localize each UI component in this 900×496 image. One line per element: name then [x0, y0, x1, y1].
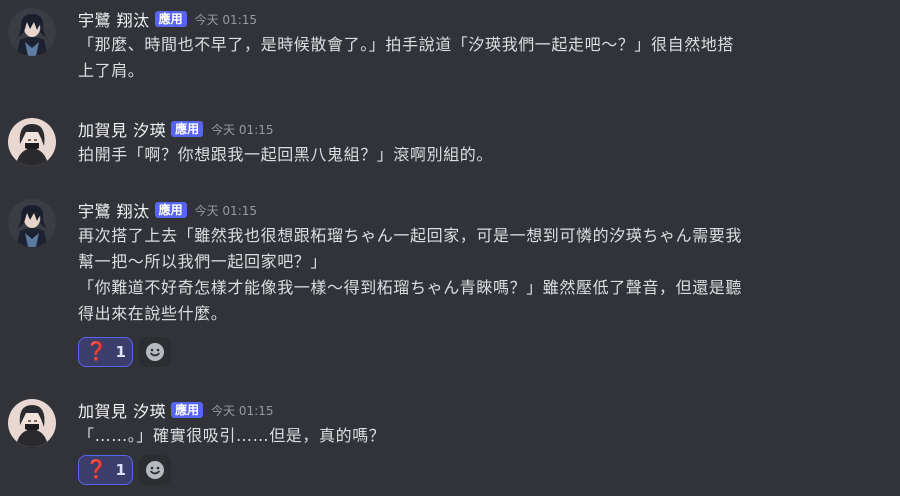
avatar-shota[interactable]	[8, 199, 56, 247]
reaction-count: 1	[115, 461, 126, 479]
timestamp[interactable]: 今天 01:15	[211, 402, 273, 419]
avatar-shiei[interactable]	[8, 399, 56, 447]
timestamp[interactable]: 今天 01:15	[211, 121, 273, 138]
reaction-question[interactable]: ❓ 1	[78, 337, 133, 367]
message-content: 再次搭了上去「雖然我也很想跟柘瑠ちゃん一起回家，可是一想到可憐的汐瑛ちゃん需要我…	[78, 223, 890, 327]
message-line: 「你難道不好奇怎樣才能像我一樣～得到柘瑠ちゃん青睞嗎？」雖然壓低了聲音，但還是聽	[78, 278, 743, 297]
masked-character-avatar-icon	[8, 399, 56, 447]
masked-character-avatar-icon	[8, 118, 56, 166]
app-badge: 應用	[171, 121, 204, 137]
smiley-icon	[146, 343, 164, 361]
message-line: 「……。」確實很吸引……但是，真的嗎？	[78, 426, 386, 445]
reactions-bar: ❓ 1	[78, 455, 171, 485]
reaction-count: 1	[115, 343, 126, 361]
message-line: 上了肩。	[78, 61, 145, 80]
timestamp[interactable]: 今天 01:15	[195, 202, 257, 219]
message-line: 再次搭了上去「雖然我也很想跟柘瑠ちゃん一起回家，可是一想到可憐的汐瑛ちゃん需要我	[78, 226, 743, 245]
username[interactable]: 加賀見 汐瑛	[78, 398, 166, 422]
add-reaction-button[interactable]	[139, 337, 171, 367]
avatar-shiei[interactable]	[8, 118, 56, 166]
username[interactable]: 宇鷺 翔汰	[78, 198, 150, 222]
username[interactable]: 加賀見 汐瑛	[78, 117, 166, 141]
smiley-icon	[146, 461, 164, 479]
app-badge: 應用	[154, 202, 187, 218]
username[interactable]: 宇鷺 翔汰	[78, 7, 150, 31]
dark-haired-character-avatar-icon	[8, 199, 56, 247]
reactions-bar: ❓ 1	[78, 337, 171, 367]
message-header: 宇鷺 翔汰 應用 今天 01:15	[78, 199, 257, 221]
message-line: 幫一把～所以我們一起回家吧？」	[78, 252, 328, 271]
message-content: 拍開手「啊？你想跟我一起回黑八鬼組？」滾啊別組的。	[78, 142, 890, 168]
timestamp[interactable]: 今天 01:15	[195, 11, 257, 28]
chat-message-list: 宇鷺 翔汰 應用 今天 01:15 「那麼、時間也不早了，是時候散會了。」拍手說…	[0, 0, 900, 496]
question-mark-icon: ❓	[85, 341, 108, 362]
message-line: 得出來在說些什麼。	[78, 304, 228, 323]
message-content: 「那麼、時間也不早了，是時候散會了。」拍手說道「汐瑛我們一起走吧～？」很自然地搭…	[78, 32, 890, 84]
message-line: 「那麼、時間也不早了，是時候散會了。」拍手說道「汐瑛我們一起走吧～？」很自然地搭	[78, 35, 735, 54]
message-line: 拍開手「啊？你想跟我一起回黑八鬼組？」滾啊別組的。	[78, 145, 494, 164]
question-mark-icon: ❓	[85, 459, 108, 480]
app-badge: 應用	[154, 11, 187, 27]
add-reaction-button[interactable]	[139, 455, 171, 485]
message-content: 「……。」確實很吸引……但是，真的嗎？	[78, 423, 890, 449]
dark-haired-character-avatar-icon	[8, 8, 56, 56]
app-badge: 應用	[171, 402, 204, 418]
message-header: 宇鷺 翔汰 應用 今天 01:15	[78, 8, 257, 30]
message-header: 加賀見 汐瑛 應用 今天 01:15	[78, 118, 274, 140]
reaction-question[interactable]: ❓ 1	[78, 455, 133, 485]
avatar-shota[interactable]	[8, 8, 56, 56]
message-header: 加賀見 汐瑛 應用 今天 01:15	[78, 399, 274, 421]
